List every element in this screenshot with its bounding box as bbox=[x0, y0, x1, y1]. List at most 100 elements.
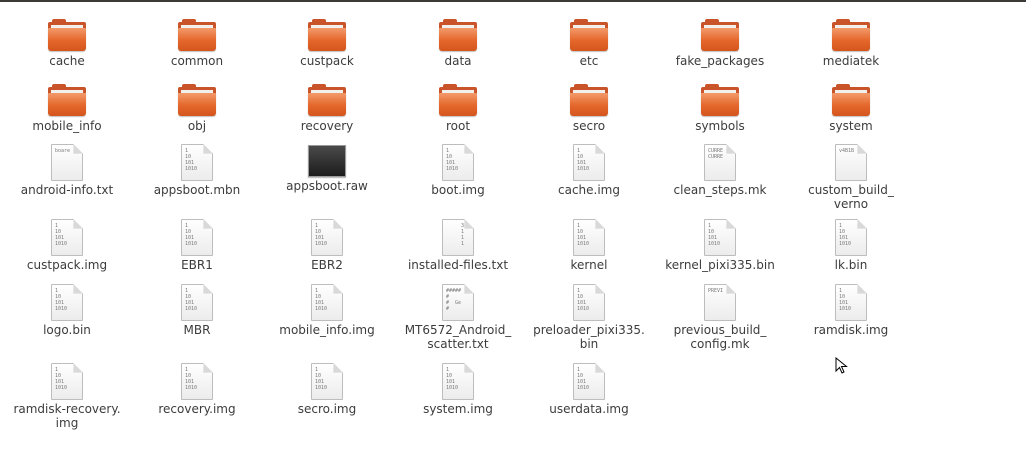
binary-file-icon: 1 10 101 1010 bbox=[181, 219, 213, 256]
binary-file-icon: 1 10 101 1010 bbox=[573, 144, 605, 181]
file-item-appsboot-mbn[interactable]: 1 10 101 1010 appsboot.mbn bbox=[132, 144, 262, 197]
binary-file-icon: 1 10 101 1010 bbox=[442, 144, 474, 181]
text-file-icon: CURRE CURRE bbox=[704, 144, 736, 181]
file-item-mediatek[interactable]: mediatek bbox=[786, 19, 916, 68]
file-item-ebr1[interactable]: 1 10 101 1010 EBR1 bbox=[132, 219, 262, 272]
file-item-mobile-info-img[interactable]: 1 10 101 1010 mobile_info.img bbox=[262, 284, 392, 337]
file-name-label: installed-files.txt bbox=[407, 258, 509, 272]
folder-icon bbox=[701, 19, 739, 51]
file-item-obj[interactable]: obj bbox=[132, 84, 262, 133]
image-file-icon bbox=[308, 144, 346, 177]
file-name-label: EBR1 bbox=[181, 258, 213, 272]
file-item-recovery[interactable]: recovery bbox=[262, 84, 392, 133]
binary-file-icon: 1 10 101 1010 bbox=[311, 284, 343, 321]
file-item-symbols[interactable]: symbols bbox=[655, 84, 785, 133]
file-item-root[interactable]: root bbox=[393, 84, 523, 133]
file-item-boot-img[interactable]: 1 10 101 1010 boot.img bbox=[393, 144, 523, 197]
file-item-logo-bin[interactable]: 1 10 101 1010 logo.bin bbox=[2, 284, 132, 337]
file-name-label: mobile_info bbox=[32, 119, 102, 133]
file-name-label: logo.bin bbox=[43, 323, 91, 337]
file-item-cache-img[interactable]: 1 10 101 1010 cache.img bbox=[524, 144, 654, 197]
file-item-ramdisk-img[interactable]: 1 10 101 1010 ramdisk.img bbox=[786, 284, 916, 337]
file-item-android-info-txt[interactable]: boare android-info.txt bbox=[2, 144, 132, 197]
binary-file-icon: 1 10 101 1010 bbox=[835, 219, 867, 256]
file-item-clean-steps-mk[interactable]: CURRE CURRE clean_steps.mk bbox=[655, 144, 785, 197]
file-name-label: recovery.img bbox=[158, 402, 236, 416]
binary-file-icon: 1 10 101 1010 bbox=[181, 284, 213, 321]
file-item-kernel[interactable]: 1 10 101 1010 kernel bbox=[524, 219, 654, 272]
file-item-kernel-pixi335-bin[interactable]: 1 10 101 1010 kernel_pixi335.bin bbox=[655, 219, 785, 272]
file-preview-text: 1 10 101 1010 bbox=[577, 367, 590, 391]
file-preview-text: PREVI bbox=[708, 288, 724, 294]
file-preview-text: 1 10 101 1010 bbox=[315, 367, 328, 391]
file-item-preloader-pixi335-bin[interactable]: 1 10 101 1010 preloader_pixi335. bin bbox=[524, 284, 654, 351]
file-name-label: data bbox=[444, 54, 472, 68]
file-item-ebr2[interactable]: 1 10 101 1010 EBR2 bbox=[262, 219, 392, 272]
file-name-label: recovery bbox=[300, 119, 354, 133]
text-file-icon: ##### # # Ge # bbox=[442, 284, 474, 321]
binary-file-icon: 1 10 101 1010 bbox=[311, 363, 343, 400]
file-name-label: boot.img bbox=[431, 183, 485, 197]
file-item-custpack-img[interactable]: 1 10 101 1010 custpack.img bbox=[2, 219, 132, 272]
file-name-label: custom_build_ verno bbox=[808, 183, 894, 211]
file-name-label: kernel_pixi335.bin bbox=[665, 258, 775, 272]
file-name-label: clean_steps.mk bbox=[673, 183, 767, 197]
file-preview-text: 1 10 101 1010 bbox=[55, 223, 68, 247]
folder-icon bbox=[439, 19, 477, 51]
file-preview-text: 1 10 101 1010 bbox=[315, 223, 328, 247]
binary-file-icon: 1 10 101 1010 bbox=[51, 284, 83, 321]
binary-file-icon: 1 10 101 1010 bbox=[835, 284, 867, 321]
file-preview-text: 1 10 101 1010 bbox=[577, 288, 590, 312]
text-file-icon: PREVI bbox=[704, 284, 736, 321]
folder-icon bbox=[178, 19, 216, 51]
file-name-label: custpack bbox=[300, 54, 354, 68]
binary-file-icon: 1 10 101 1010 bbox=[181, 144, 213, 181]
file-item-system[interactable]: system bbox=[786, 84, 916, 133]
file-item-previous-build-config-mk[interactable]: PREVI previous_build_ config.mk bbox=[655, 284, 785, 351]
binary-file-icon: 1 10 101 1010 bbox=[51, 363, 83, 400]
file-item-data[interactable]: data bbox=[393, 19, 523, 68]
binary-file-icon: 1 10 101 1010 bbox=[442, 363, 474, 400]
file-item-fake-packages[interactable]: fake_packages bbox=[655, 19, 785, 68]
file-item-custom-build-verno[interactable]: v4B1B custom_build_ verno bbox=[786, 144, 916, 211]
binary-file-icon: 1 10 101 1010 bbox=[704, 219, 736, 256]
file-item-etc[interactable]: etc bbox=[524, 19, 654, 68]
file-name-label: preloader_pixi335. bin bbox=[533, 323, 645, 351]
file-preview-text: 1 10 101 1010 bbox=[577, 148, 590, 172]
file-item-custpack[interactable]: custpack bbox=[262, 19, 392, 68]
file-item-installed-files-txt[interactable]: 3 1 1 1 installed-files.txt bbox=[393, 219, 523, 272]
folder-icon bbox=[832, 19, 870, 51]
file-preview-text: boare bbox=[55, 148, 71, 154]
binary-file-icon: 1 10 101 1010 bbox=[573, 363, 605, 400]
folder-icon bbox=[439, 84, 477, 116]
file-item-secro-img[interactable]: 1 10 101 1010 secro.img bbox=[262, 363, 392, 416]
file-preview-text: 1 10 101 1010 bbox=[55, 288, 68, 312]
text-file-icon: 3 1 1 1 bbox=[442, 219, 474, 256]
folder-icon bbox=[570, 84, 608, 116]
file-preview-text: 1 10 101 1010 bbox=[185, 223, 198, 247]
file-item-common[interactable]: common bbox=[132, 19, 262, 68]
file-preview-text: 1 10 101 1010 bbox=[839, 288, 852, 312]
binary-file-icon: 1 10 101 1010 bbox=[51, 219, 83, 256]
file-item-mobile-info[interactable]: mobile_info bbox=[2, 84, 132, 133]
file-item-mt6572-android-scatter-txt[interactable]: ##### # # Ge # MT6572_Android_ scatter.tx… bbox=[393, 284, 523, 351]
file-preview-text: 1 10 101 1010 bbox=[315, 288, 328, 312]
file-name-label: mediatek bbox=[822, 54, 880, 68]
file-item-secro[interactable]: secro bbox=[524, 84, 654, 133]
file-name-label: EBR2 bbox=[311, 258, 343, 272]
file-item-recovery-img[interactable]: 1 10 101 1010 recovery.img bbox=[132, 363, 262, 416]
file-preview-text: CURRE CURRE bbox=[708, 148, 724, 160]
file-item-ramdisk-recovery-img[interactable]: 1 10 101 1010 ramdisk-recovery. img bbox=[2, 363, 132, 430]
folder-icon bbox=[308, 19, 346, 51]
file-item-system-img[interactable]: 1 10 101 1010 system.img bbox=[393, 363, 523, 416]
file-item-appsboot-raw[interactable]: appsboot.raw bbox=[262, 144, 392, 193]
file-item-cache[interactable]: cache bbox=[2, 19, 132, 68]
folder-icon bbox=[832, 84, 870, 116]
file-name-label: custpack.img bbox=[26, 258, 108, 272]
folder-icon bbox=[48, 84, 86, 116]
file-item-lk-bin[interactable]: 1 10 101 1010 lk.bin bbox=[786, 219, 916, 272]
file-item-mbr[interactable]: 1 10 101 1010 MBR bbox=[132, 284, 262, 337]
file-item-userdata-img[interactable]: 1 10 101 1010 userdata.img bbox=[524, 363, 654, 416]
file-name-label: mobile_info.img bbox=[279, 323, 375, 337]
file-name-label: userdata.img bbox=[549, 402, 629, 416]
